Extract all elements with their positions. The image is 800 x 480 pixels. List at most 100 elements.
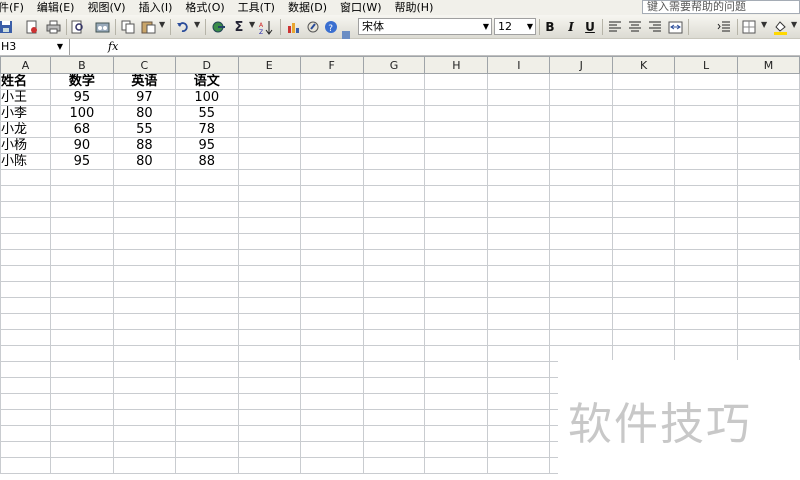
cell[interactable]	[49, 393, 114, 410]
menu-data[interactable]: 数据(D)	[288, 0, 327, 15]
cell[interactable]	[299, 249, 364, 266]
cell[interactable]	[549, 249, 614, 266]
cell[interactable]	[424, 297, 489, 314]
cell[interactable]	[612, 217, 676, 234]
cell[interactable]	[362, 153, 426, 170]
menu-tools[interactable]: 工具(T)	[238, 0, 275, 15]
cell[interactable]	[112, 233, 176, 250]
cell[interactable]	[674, 169, 738, 186]
cell[interactable]	[487, 249, 551, 266]
cell[interactable]	[487, 457, 551, 474]
cell[interactable]	[112, 441, 176, 458]
cell[interactable]	[237, 105, 301, 122]
cell[interactable]	[674, 313, 738, 330]
cell[interactable]	[0, 425, 51, 442]
cell[interactable]	[612, 249, 676, 266]
cell[interactable]	[549, 137, 614, 154]
cell[interactable]	[487, 73, 551, 90]
cell[interactable]: 80	[112, 105, 176, 122]
cell[interactable]	[612, 169, 676, 186]
cell[interactable]	[362, 345, 426, 362]
cell[interactable]	[237, 217, 301, 234]
cell[interactable]: 100	[49, 105, 114, 122]
cell[interactable]: 100	[174, 89, 239, 106]
cell[interactable]	[549, 297, 614, 314]
cell[interactable]	[549, 281, 614, 298]
cell[interactable]	[237, 73, 301, 90]
cell[interactable]	[362, 425, 426, 442]
cell[interactable]	[424, 73, 489, 90]
help-icon[interactable]: ?	[323, 19, 339, 35]
cell[interactable]: 55	[174, 105, 239, 122]
cell[interactable]	[49, 201, 114, 218]
cell[interactable]	[549, 329, 614, 346]
cell[interactable]	[737, 201, 800, 218]
cell[interactable]	[674, 265, 738, 282]
chart-wizard-icon[interactable]	[285, 19, 301, 35]
cell[interactable]	[112, 409, 176, 426]
cell[interactable]	[737, 105, 800, 122]
cell[interactable]	[49, 377, 114, 394]
cell[interactable]	[174, 249, 239, 266]
font-size-select[interactable]: 12 ▼	[494, 18, 536, 35]
column-header-d[interactable]: D	[174, 56, 239, 74]
cell[interactable]	[49, 233, 114, 250]
cell[interactable]	[0, 297, 51, 314]
cell[interactable]	[487, 281, 551, 298]
cell[interactable]	[237, 233, 301, 250]
cell[interactable]	[549, 233, 614, 250]
cell[interactable]	[299, 137, 364, 154]
cell[interactable]	[424, 409, 489, 426]
cell[interactable]	[737, 185, 800, 202]
column-header-e[interactable]: E	[237, 56, 301, 74]
cell[interactable]	[49, 425, 114, 442]
cell[interactable]	[362, 377, 426, 394]
cell[interactable]	[237, 393, 301, 410]
cell[interactable]	[424, 153, 489, 170]
cell[interactable]	[237, 185, 301, 202]
cell[interactable]: 小杨	[0, 137, 51, 154]
print-preview-icon[interactable]	[70, 19, 86, 35]
cell[interactable]	[487, 313, 551, 330]
cell[interactable]	[362, 121, 426, 138]
drawing-icon[interactable]	[305, 19, 321, 35]
cell[interactable]	[612, 265, 676, 282]
cell[interactable]: 68	[49, 121, 114, 138]
cell[interactable]	[174, 233, 239, 250]
cell[interactable]	[674, 137, 738, 154]
cell[interactable]	[549, 265, 614, 282]
cell[interactable]: 78	[174, 121, 239, 138]
underline-button[interactable]: U	[582, 19, 598, 35]
cell[interactable]	[299, 361, 364, 378]
paste-icon[interactable]	[140, 19, 156, 35]
column-header-c[interactable]: C	[112, 56, 176, 74]
column-header-b[interactable]: B	[49, 56, 114, 74]
cell[interactable]	[49, 297, 114, 314]
cell[interactable]: 小龙	[0, 121, 51, 138]
cell[interactable]	[174, 185, 239, 202]
cell[interactable]: 88	[174, 153, 239, 170]
menu-edit[interactable]: 编辑(E)	[37, 0, 75, 15]
cell[interactable]	[0, 217, 51, 234]
cell[interactable]	[49, 281, 114, 298]
cell[interactable]	[612, 313, 676, 330]
cell[interactable]	[487, 345, 551, 362]
cell[interactable]	[49, 265, 114, 282]
hyperlink-icon[interactable]	[211, 19, 227, 35]
column-header-f[interactable]: F	[299, 56, 364, 74]
cell[interactable]	[299, 329, 364, 346]
cell[interactable]	[487, 217, 551, 234]
cell[interactable]	[299, 457, 364, 474]
cell[interactable]	[0, 409, 51, 426]
cell[interactable]	[49, 329, 114, 346]
cell[interactable]	[299, 89, 364, 106]
cell[interactable]	[737, 249, 800, 266]
cell[interactable]	[487, 201, 551, 218]
cell[interactable]	[674, 233, 738, 250]
cell[interactable]	[49, 345, 114, 362]
cell[interactable]	[362, 105, 426, 122]
cell[interactable]	[674, 121, 738, 138]
cell[interactable]	[299, 313, 364, 330]
cell[interactable]	[237, 425, 301, 442]
cell[interactable]	[549, 185, 614, 202]
